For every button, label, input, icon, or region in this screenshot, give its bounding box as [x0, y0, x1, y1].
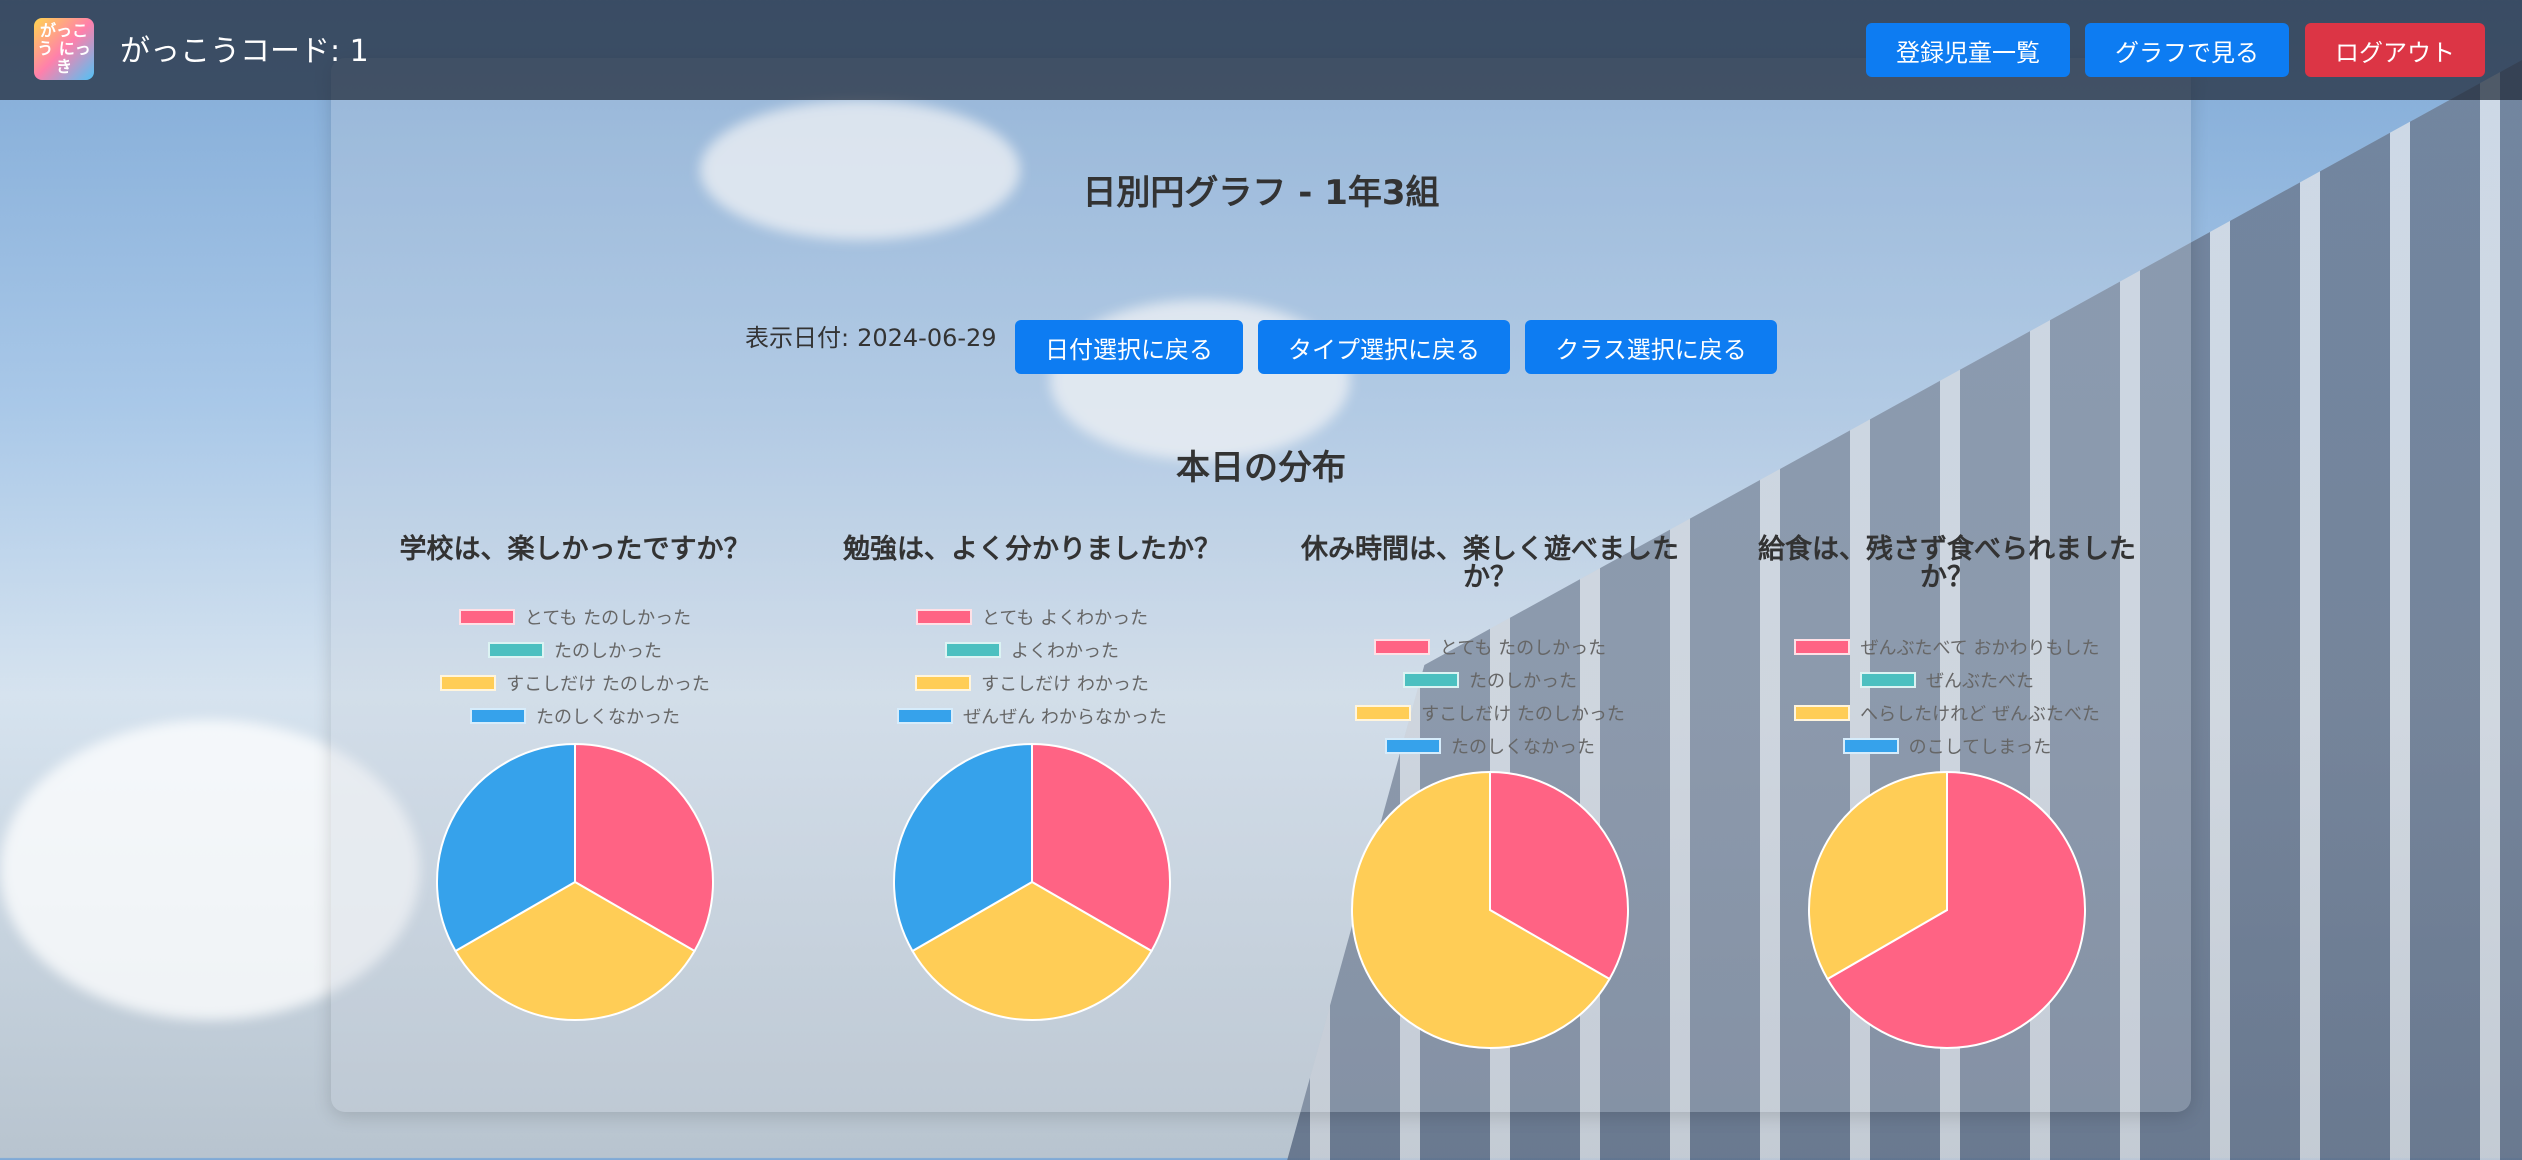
legend-label: とても たのしかった [1439, 637, 1607, 659]
chart-title: 学校は、楽しかったですか？ [399, 534, 751, 565]
back-to-type-button[interactable]: タイプ選択に戻る [1258, 320, 1510, 374]
legend-item[interactable]: すこしだけ たのしかった [1290, 696, 1690, 729]
legend-item[interactable]: へらしたけれど ぜんぶたべた [1747, 696, 2147, 729]
app-logo[interactable]: がっこう にっき [34, 18, 94, 80]
pie-plot [893, 742, 1171, 1021]
legend-label: ぜんぜん わからなかった [963, 706, 1167, 728]
legend-item[interactable]: たのしかった [375, 633, 775, 666]
legend-item[interactable]: たのしくなかった [1290, 729, 1690, 762]
legend-swatch [1794, 704, 1851, 721]
pie-plot [1808, 770, 2086, 1049]
legend-item[interactable]: よくわかった [832, 633, 1232, 666]
legend-label: すこしだけ たのしかった [1421, 703, 1625, 725]
legend-item[interactable]: のこしてしまった [1747, 729, 2147, 762]
legend-label: すこしだけ わかった [981, 673, 1149, 695]
legend-swatch [458, 608, 515, 625]
legend-swatch [488, 641, 544, 658]
section-title: 本日の分布 [1176, 448, 1346, 488]
chart-title: 給食は、残さず食べられましたか？ [1758, 534, 2136, 593]
legend-swatch [897, 707, 954, 724]
view-graph-button[interactable]: グラフで見る [2085, 23, 2289, 77]
pie-plot [1351, 770, 1629, 1049]
legend-swatch [1794, 638, 1851, 655]
legend-item[interactable]: ぜんぶたべて おかわりもした [1747, 630, 2147, 663]
pie-chart-lunch: 給食は、残さず食べられましたか？ ぜんぶたべて おかわりもした ぜんぶたべたへらし… [1747, 536, 2147, 1076]
legend-item[interactable]: すこしだけ わかった [832, 666, 1232, 699]
header-bar: がっこう にっき がっこうコード: 1 登録児童一覧 グラフで見る ログアウト [0, 0, 2522, 100]
back-to-class-button[interactable]: クラス選択に戻る [1525, 320, 1777, 374]
chart-legend: とても よくわかった よくわかったすこしだけ わかった ぜんぜん わからなかった [832, 600, 1232, 732]
legend-swatch [1860, 671, 1916, 688]
legend-label: たのしかった [554, 640, 662, 662]
legend-item[interactable]: とても たのしかった [1290, 630, 1690, 663]
display-date: 表示日付: 2024-06-29 [745, 318, 997, 353]
legend-item[interactable]: すこしだけ たのしかった [375, 666, 775, 699]
pie-chart-school: 学校は、楽しかったですか？ とても たのしかった たのしかったすこしだけ たのしか… [375, 536, 775, 1076]
school-code-label: がっこうコード: 1 [120, 34, 369, 69]
legend-swatch [1355, 704, 1412, 721]
legend-label: へらしたけれど ぜんぶたべた [1860, 703, 2100, 725]
legend-swatch [1373, 638, 1430, 655]
legend-item[interactable]: とても よくわかった [832, 600, 1232, 633]
legend-swatch [1385, 737, 1441, 754]
pie-chart-study: 勉強は、よく分かりましたか？ とても よくわかった よくわかったすこしだけ わかっ… [832, 536, 1232, 1076]
back-to-date-button[interactable]: 日付選択に戻る [1015, 320, 1243, 374]
legend-swatch [1403, 671, 1459, 688]
pie-plot [436, 742, 714, 1021]
legend-label: たのしくなかった [536, 706, 680, 728]
logout-button[interactable]: ログアウト [2305, 23, 2485, 77]
chart-legend: とても たのしかった たのしかったすこしだけ たのしかった たのしくなかった [375, 600, 775, 732]
legend-label: のこしてしまった [1908, 736, 2052, 758]
legend-swatch [915, 608, 972, 625]
legend-label: とても たのしかった [524, 607, 692, 629]
chart-legend: ぜんぶたべて おかわりもした ぜんぶたべたへらしたけれど ぜんぶたべた のこしてしま… [1747, 630, 2147, 762]
legend-label: すこしだけ たのしかった [506, 673, 710, 695]
legend-item[interactable]: たのしくなかった [375, 699, 775, 732]
legend-label: よくわかった [1011, 640, 1119, 662]
display-date-label: 表示日付: [745, 324, 850, 352]
legend-swatch [1842, 737, 1899, 754]
chart-legend: とても たのしかった たのしかったすこしだけ たのしかった たのしくなかった [1290, 630, 1690, 762]
chart-title: 勉強は、よく分かりましたか？ [843, 534, 1221, 565]
legend-label: とても よくわかった [981, 607, 1149, 629]
display-date-value: 2024-06-29 [857, 324, 997, 352]
chart-title: 休み時間は、楽しく遊べましたか？ [1301, 534, 1679, 593]
legend-label: たのしかった [1469, 670, 1577, 692]
legend-label: たのしくなかった [1451, 736, 1595, 758]
legend-swatch [470, 707, 526, 724]
students-list-button[interactable]: 登録児童一覧 [1866, 23, 2070, 77]
legend-label: ぜんぶたべた [1926, 670, 2034, 692]
legend-item[interactable]: ぜんぜん わからなかった [832, 699, 1232, 732]
legend-swatch [915, 674, 972, 691]
legend-swatch [440, 674, 497, 691]
pie-chart-recess: 休み時間は、楽しく遊べましたか？ とても たのしかった たのしかったすこしだけ た… [1290, 536, 1690, 1076]
legend-item[interactable]: たのしかった [1290, 663, 1690, 696]
legend-label: ぜんぶたべて おかわりもした [1860, 637, 2100, 659]
page-title: 日別円グラフ - 1年3組 [1082, 173, 1440, 213]
legend-item[interactable]: とても たのしかった [375, 600, 775, 633]
legend-swatch [945, 641, 1001, 658]
legend-item[interactable]: ぜんぶたべた [1747, 663, 2147, 696]
